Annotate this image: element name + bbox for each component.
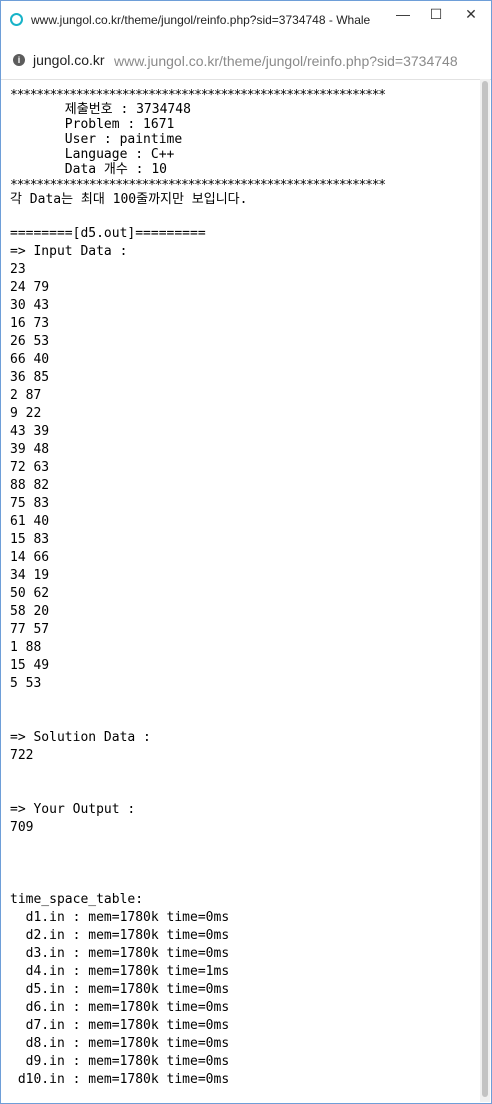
input-line: 36 85 <box>10 370 50 385</box>
solution-heading: => Solution Data : <box>10 730 151 745</box>
time-space-row: d8.in : mem=1780k time=0ms <box>10 1036 230 1051</box>
window-title: www.jungol.co.kr/theme/jungol/reinfo.php… <box>31 13 371 27</box>
input-heading: => Input Data : <box>10 244 128 259</box>
input-line: 75 83 <box>10 496 50 511</box>
input-line: 77 57 <box>10 622 50 637</box>
time-space-row: d7.in : mem=1780k time=0ms <box>10 1018 230 1033</box>
input-line: 5 53 <box>10 676 42 691</box>
input-line: 9 22 <box>10 406 42 421</box>
whale-browser-icon <box>10 13 23 26</box>
input-line: 23 <box>10 262 26 277</box>
title-bar[interactable]: www.jungol.co.kr/theme/jungol/reinfo.php… <box>1 1 491 41</box>
time-space-row: d2.in : mem=1780k time=0ms <box>10 928 230 943</box>
output-value: 709 <box>10 820 34 835</box>
scrollbar-thumb[interactable] <box>482 81 488 1097</box>
input-line: 2 87 <box>10 388 42 403</box>
time-space-row: d10.in : mem=1780k time=0ms <box>10 1072 230 1087</box>
input-line: 58 20 <box>10 604 50 619</box>
input-line: 61 40 <box>10 514 50 529</box>
input-line: 30 43 <box>10 298 50 313</box>
input-line: 26 53 <box>10 334 50 349</box>
time-space-heading: time_space_table: <box>10 892 144 907</box>
time-space-row: d6.in : mem=1780k time=0ms <box>10 1000 230 1015</box>
case-banner: ========[d5.out]========= <box>10 226 206 241</box>
vertical-scrollbar[interactable] <box>480 79 490 1102</box>
time-space-row: d1.in : mem=1780k time=0ms <box>10 910 230 925</box>
input-line: 50 62 <box>10 586 50 601</box>
input-line: 72 63 <box>10 460 50 475</box>
time-space-row: d3.in : mem=1780k time=0ms <box>10 946 230 961</box>
input-line: 43 39 <box>10 424 50 439</box>
time-space-row: d9.in : mem=1780k time=0ms <box>10 1054 230 1069</box>
time-space-row: d5.in : mem=1780k time=0ms <box>10 982 230 997</box>
close-button[interactable]: ✕ <box>454 3 488 25</box>
site-info-icon[interactable]: i <box>13 54 25 66</box>
minimize-button[interactable]: — <box>386 3 420 25</box>
maximize-button[interactable]: ☐ <box>419 3 453 25</box>
input-line: 66 40 <box>10 352 50 367</box>
input-line: 39 48 <box>10 442 50 457</box>
input-line: 16 73 <box>10 316 50 331</box>
output-heading: => Your Output : <box>10 802 136 817</box>
address-host[interactable]: jungol.co.kr <box>33 52 105 68</box>
page-content: ****************************************… <box>0 79 480 1102</box>
input-line: 1 88 <box>10 640 42 655</box>
input-line: 24 79 <box>10 280 50 295</box>
solution-value: 722 <box>10 748 34 763</box>
input-line: 88 82 <box>10 478 50 493</box>
time-space-row: d4.in : mem=1780k time=1ms <box>10 964 230 979</box>
address-url[interactable]: www.jungol.co.kr/theme/jungol/reinfo.php… <box>114 53 458 69</box>
input-line: 14 66 <box>10 550 50 565</box>
address-bar[interactable]: i jungol.co.kr www.jungol.co.kr/theme/ju… <box>1 41 491 80</box>
input-line: 15 49 <box>10 658 50 673</box>
input-line: 34 19 <box>10 568 50 583</box>
input-line: 15 83 <box>10 532 50 547</box>
notice-text: 각 Data는 최대 100줄까지만 보입니다. <box>10 192 248 207</box>
